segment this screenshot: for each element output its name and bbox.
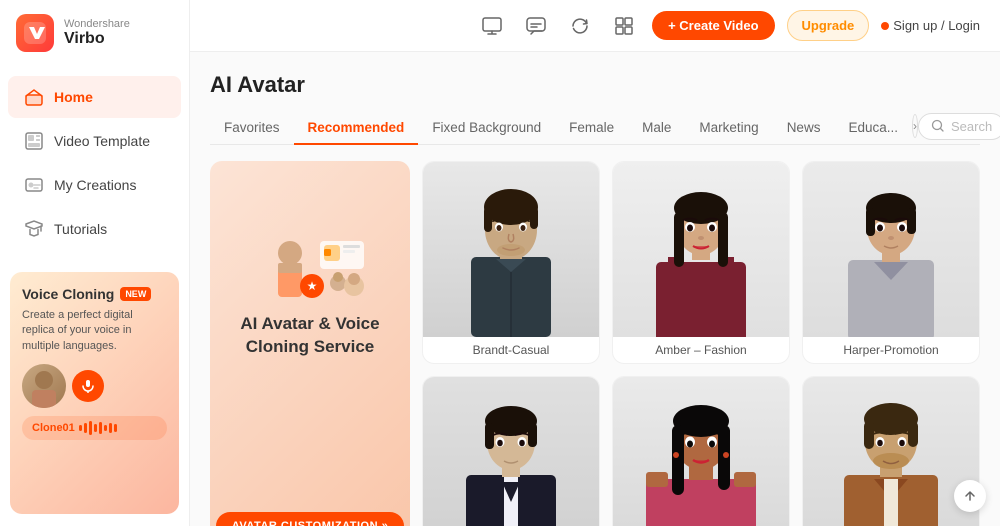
logo-product: Virbo (64, 30, 130, 48)
video-template-label: Video Template (54, 133, 150, 149)
signup-label: Sign up / Login (893, 18, 980, 33)
promo-illustration: ★ (250, 231, 370, 321)
vc-title: Voice Cloning (22, 286, 114, 302)
my-creations-label: My Creations (54, 177, 136, 193)
avatar-image-amber-fashion (613, 162, 789, 337)
wave-bar-8 (114, 424, 117, 432)
wave-bar-6 (104, 425, 107, 431)
tab-favorites[interactable]: Favorites (210, 112, 294, 145)
creations-icon (24, 175, 44, 195)
refresh-icon[interactable] (564, 10, 596, 42)
tutorials-icon (24, 219, 44, 239)
home-label: Home (54, 89, 93, 105)
vc-avatar (22, 364, 66, 408)
wave-bar-2 (84, 423, 87, 433)
promo-card: AI Avatar & Voice Cloning Service ★ (210, 161, 410, 526)
home-icon (24, 87, 44, 107)
sidebar-item-tutorials[interactable]: Tutorials (8, 208, 181, 250)
virbo-logo-icon (16, 14, 54, 52)
svg-text:★: ★ (307, 279, 318, 293)
logo-brand: Wondershare (64, 18, 130, 30)
vc-description: Create a perfect digital replica of your… (22, 308, 167, 354)
signup-button[interactable]: Sign up / Login (881, 18, 980, 33)
scroll-top-button[interactable] (954, 480, 986, 512)
tab-female[interactable]: Female (555, 112, 628, 145)
search-placeholder: Search (951, 119, 992, 134)
wave-bar-3 (89, 421, 92, 435)
main-content: + Create Video Upgrade Sign up / Login A… (190, 0, 1000, 526)
tab-search[interactable]: Search (918, 113, 1000, 140)
sidebar-item-my-creations[interactable]: My Creations (8, 164, 181, 206)
vc-mic-button[interactable] (72, 370, 104, 402)
voice-cloning-card: Voice Cloning NEW Create a perfect digit… (10, 272, 179, 514)
avatar-image-row2-1 (423, 377, 599, 526)
avatar-card-harper-promotion[interactable]: Harper-Promotion (802, 161, 980, 364)
tab-news[interactable]: News (773, 112, 835, 145)
clone-label: Clone01 (32, 422, 75, 434)
upgrade-button[interactable]: Upgrade (787, 10, 870, 41)
wave-bar-4 (94, 424, 97, 432)
chat-icon[interactable] (520, 10, 552, 42)
page-title: AI Avatar (210, 72, 980, 98)
tab-fixed-background[interactable]: Fixed Background (418, 112, 555, 145)
nav-items: Home Video Template (0, 66, 189, 260)
vc-avatar-row (22, 364, 167, 408)
avatar-card-row2-3[interactable] (802, 376, 980, 526)
avatar-customization-button[interactable]: AVATAR CUSTOMIZATION » (216, 512, 404, 526)
logo-text: Wondershare Virbo (64, 18, 130, 48)
tab-bar: Favorites Recommended Fixed Background F… (210, 112, 980, 145)
avatar-grid: AI Avatar & Voice Cloning Service ★ (210, 161, 980, 526)
avatar-card-row2-2[interactable] (612, 376, 790, 526)
monitor-icon[interactable] (476, 10, 508, 42)
avatar-card-row2-1[interactable] (422, 376, 600, 526)
vc-title-row: Voice Cloning NEW (22, 286, 167, 302)
vc-new-badge: NEW (120, 287, 151, 301)
avatar-name-brandt-casual: Brandt-Casual (423, 337, 599, 363)
tab-education[interactable]: Educa... (834, 112, 912, 145)
content-area: AI Avatar Favorites Recommended Fixed Ba… (190, 52, 1000, 526)
logo-area: Wondershare Virbo (0, 0, 189, 66)
sidebar-item-home[interactable]: Home (8, 76, 181, 118)
avatar-image-row2-3 (803, 377, 979, 526)
wave-bar-7 (109, 423, 112, 433)
tab-male[interactable]: Male (628, 112, 685, 145)
avatar-image-harper-promotion (803, 162, 979, 337)
sidebar: Wondershare Virbo Home (0, 0, 190, 526)
tab-marketing[interactable]: Marketing (685, 112, 772, 145)
avatar-name-amber-fashion: Amber – Fashion (613, 337, 789, 363)
wave-bar-5 (99, 422, 102, 434)
avatar-image-brandt-casual (423, 162, 599, 337)
avatar-card-brandt-casual[interactable]: Brandt-Casual (422, 161, 600, 364)
sidebar-item-video-template[interactable]: Video Template (8, 120, 181, 162)
grid-icon[interactable] (608, 10, 640, 42)
create-video-button[interactable]: + Create Video (652, 11, 774, 40)
online-dot (881, 22, 889, 30)
tab-recommended[interactable]: Recommended (294, 112, 419, 145)
avatar-image-row2-2 (613, 377, 789, 526)
wave-bars (79, 421, 117, 435)
wave-bar-1 (79, 425, 82, 431)
template-icon (24, 131, 44, 151)
tutorials-label: Tutorials (54, 221, 107, 237)
topbar: + Create Video Upgrade Sign up / Login (190, 0, 1000, 52)
avatar-name-harper-promotion: Harper-Promotion (803, 337, 979, 363)
avatar-card-amber-fashion[interactable]: Amber – Fashion (612, 161, 790, 364)
vc-waveform: Clone01 (22, 416, 167, 440)
